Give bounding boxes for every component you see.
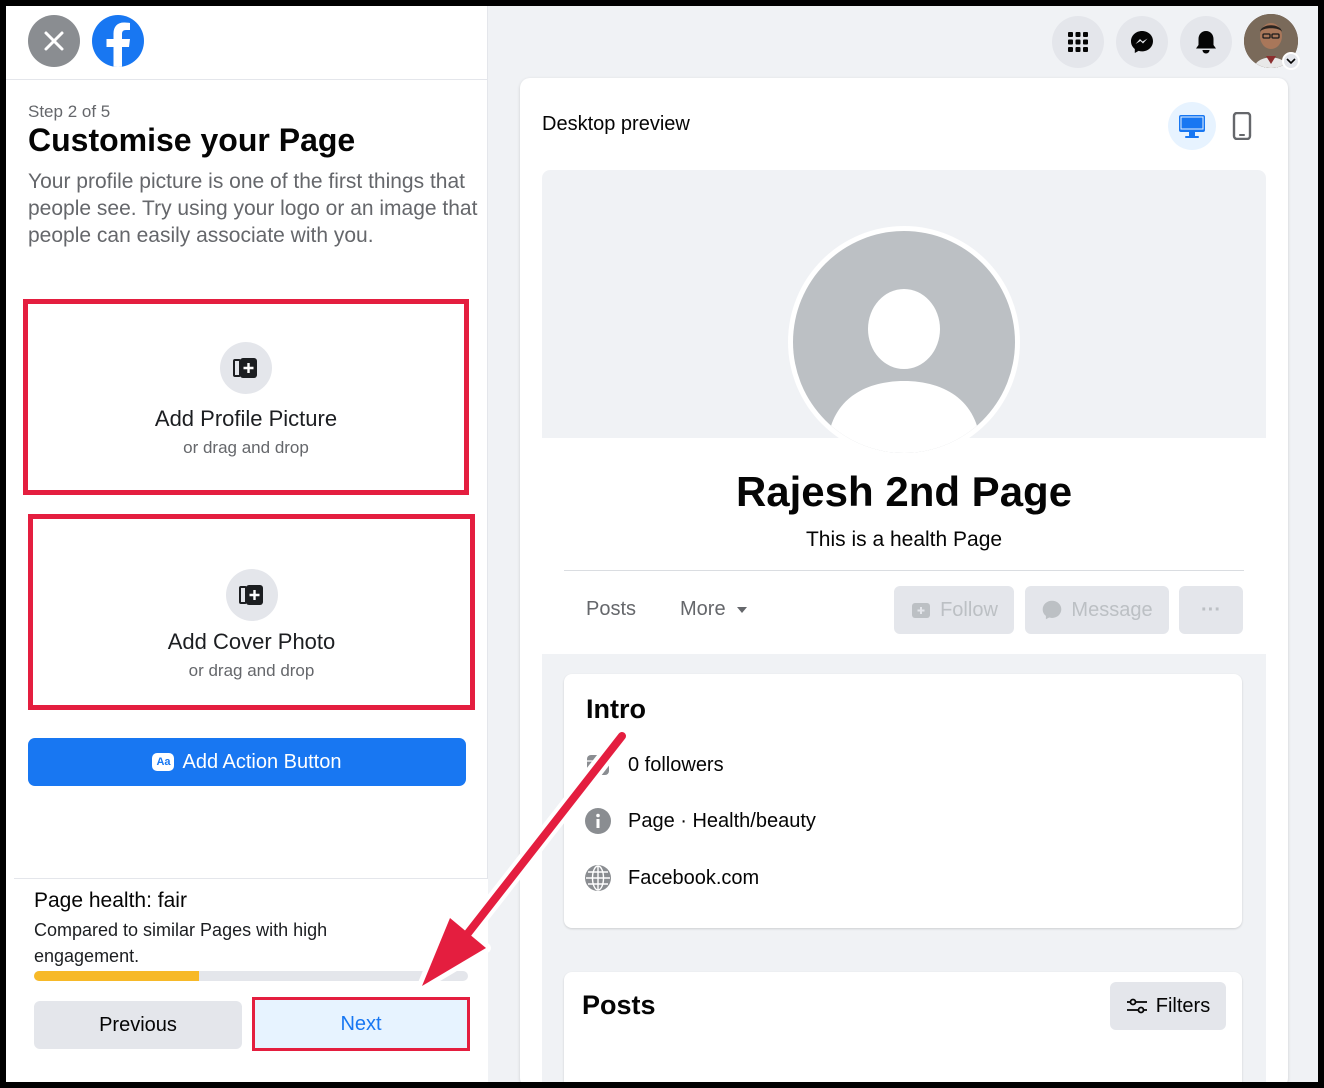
profile-picture-placeholder <box>788 226 1020 458</box>
default-person-icon <box>827 289 981 453</box>
page-header: Rajesh 2nd Page This is a health Page Po… <box>542 170 1266 654</box>
page-health-progress-fill <box>34 971 199 981</box>
notifications-button[interactable] <box>1180 16 1232 68</box>
previous-button[interactable]: Previous <box>34 1001 242 1049</box>
page-description: Your profile picture is one of the first… <box>28 170 478 247</box>
account-menu-chevron[interactable] <box>1282 52 1300 70</box>
left-panel: Step 2 of 5 Customise your Page Your pro… <box>6 6 488 1082</box>
page-category-text: Page · Health/beauty <box>628 809 816 832</box>
filters-label: Filters <box>1155 994 1211 1017</box>
globe-icon <box>584 864 612 892</box>
intro-website: Facebook.com <box>584 863 759 893</box>
page-health-panel: Page health: fair Compared to similar Pa… <box>14 878 488 1082</box>
action-badge-icon: Aa <box>152 753 175 771</box>
app-frame: Step 2 of 5 Customise your Page Your pro… <box>6 6 1318 1082</box>
add-action-button-label: Add Action Button <box>182 750 342 773</box>
page-health-title: Page health: fair <box>34 889 187 912</box>
posts-title: Posts <box>582 990 656 1020</box>
page-category: This is a health Page <box>805 528 1003 551</box>
add-photo-icon <box>220 342 272 394</box>
website-link[interactable]: Facebook.com <box>628 867 759 890</box>
next-button[interactable]: Next <box>252 997 470 1051</box>
message-label: Message <box>1071 598 1153 621</box>
page-preview: Rajesh 2nd Page This is a health Page Po… <box>542 170 1266 1082</box>
mobile-icon <box>1232 112 1252 140</box>
page-title: Customise your Page <box>28 122 356 158</box>
filters-button[interactable]: Filters <box>1110 982 1226 1030</box>
follow-button[interactable]: Follow <box>894 586 1014 634</box>
page-name: Rajesh 2nd Page <box>735 468 1073 515</box>
mobile-preview-toggle[interactable] <box>1222 102 1262 150</box>
add-photo-icon <box>225 569 278 621</box>
more-options-button[interactable]: ··· <box>1179 586 1243 634</box>
step-indicator: Step 2 of 5 <box>28 102 111 121</box>
close-button[interactable] <box>28 15 80 67</box>
facebook-logo-icon <box>106 22 130 67</box>
left-top-bar <box>6 6 488 80</box>
facebook-logo[interactable] <box>92 15 144 67</box>
page-health-progress-bar <box>34 971 468 981</box>
filters-icon <box>1126 998 1147 1014</box>
intro-followers: 0 followers <box>584 750 724 780</box>
intro-card: Intro 0 followers Page · Health/beauty F… <box>564 674 1242 928</box>
header-divider <box>564 570 1244 571</box>
posts-card: Posts Filters <box>564 972 1242 1082</box>
add-profile-picture-button[interactable]: Add Profile Picture or drag and drop <box>23 299 469 495</box>
tab-more[interactable]: More <box>680 598 748 621</box>
menu-grid-button[interactable] <box>1052 16 1104 68</box>
followers-icon <box>584 751 612 779</box>
intro-title: Intro <box>586 694 646 724</box>
chevron-down-icon <box>1286 58 1296 65</box>
drag-drop-hint: or drag and drop <box>188 661 315 680</box>
followers-count: 0 followers <box>628 753 724 776</box>
add-cover-photo-button[interactable]: Add Cover Photo or drag and drop <box>28 514 475 710</box>
tab-more-label: More <box>680 598 726 620</box>
desktop-icon <box>1179 115 1205 138</box>
intro-category: Page · Health/beauty <box>584 806 816 836</box>
info-icon <box>584 807 612 835</box>
page-health-description: Compared to similar Pages with high enga… <box>34 920 328 966</box>
add-cover-photo-label: Add Cover Photo <box>167 629 336 654</box>
follow-label: Follow <box>940 598 998 621</box>
bell-icon <box>1196 31 1216 54</box>
messenger-icon <box>1131 31 1153 53</box>
tab-posts[interactable]: Posts <box>586 598 636 621</box>
close-icon <box>44 31 64 51</box>
desktop-preview-toggle[interactable] <box>1168 102 1216 150</box>
desktop-preview-card: Desktop preview Rajesh 2nd Page This is … <box>520 78 1288 1082</box>
message-button[interactable]: Message <box>1025 586 1169 634</box>
preview-label: Desktop preview <box>542 113 690 135</box>
add-action-button[interactable]: Aa Add Action Button <box>28 738 466 786</box>
add-profile-picture-label: Add Profile Picture <box>154 406 338 431</box>
menu-grid-icon <box>1068 32 1088 52</box>
messenger-icon <box>1043 600 1062 620</box>
messenger-button[interactable] <box>1116 16 1168 68</box>
drag-drop-hint: or drag and drop <box>183 438 309 457</box>
caret-down-icon <box>736 606 747 613</box>
follow-icon <box>912 603 931 618</box>
